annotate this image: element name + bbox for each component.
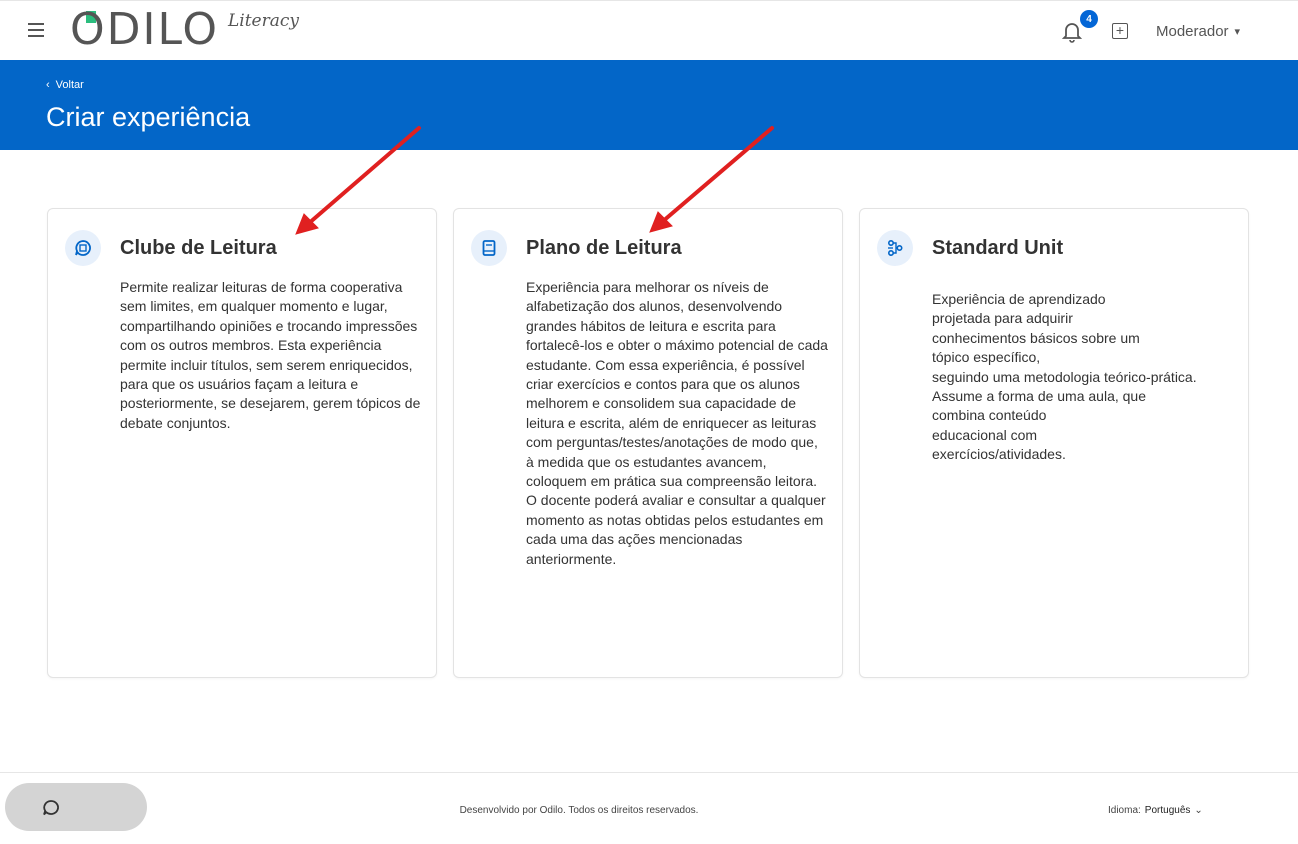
chevron-down-icon: ⌄ — [1194, 805, 1203, 816]
top-bar: ODILO Literacy 4 + Moderador ▾ — [0, 0, 1298, 61]
language-label: Idioma: — [1108, 805, 1141, 816]
card-plano-de-leitura[interactable]: Plano de Leitura Experiência para melhor… — [453, 208, 843, 678]
card-title: Standard Unit — [932, 237, 1064, 259]
back-label: Voltar — [55, 79, 84, 91]
card-standard-unit[interactable]: Standard Unit Experiência de aprendizado… — [859, 208, 1249, 678]
user-menu[interactable]: Moderador ▾ — [1156, 23, 1240, 40]
chat-book-icon — [65, 230, 101, 266]
back-link[interactable]: ‹ Voltar — [46, 79, 84, 91]
hamburger-menu-icon[interactable] — [28, 23, 44, 37]
bell-icon[interactable] — [1061, 21, 1083, 43]
card-description: Permite realizar leituras de forma coope… — [120, 279, 421, 431]
copyright-text: Desenvolvido por Odilo. Todos os direito… — [459, 805, 699, 816]
page-header: ‹ Voltar Criar experiência — [0, 60, 1298, 150]
chevron-down-icon: ▾ — [1234, 26, 1241, 38]
network-icon — [877, 230, 913, 266]
card-title: Plano de Leitura — [526, 237, 682, 259]
page-title: Criar experiência — [46, 102, 251, 132]
logo-text: ODILO — [70, 4, 220, 55]
card-description: Experiência de aprendizado projetada par… — [932, 291, 1197, 463]
logo-subtitle: Literacy — [228, 11, 300, 31]
footer: Desenvolvido por Odilo. Todos os direito… — [0, 772, 1298, 844]
book-icon — [471, 230, 507, 266]
card-title: Clube de Leitura — [120, 237, 277, 259]
card-clube-de-leitura[interactable]: Clube de Leitura Permite realizar leitur… — [47, 208, 437, 678]
app-logo[interactable]: ODILO Literacy — [70, 5, 310, 55]
card-description: Experiência para melhorar os níveis de a… — [526, 279, 828, 567]
language-selector[interactable]: Idioma: Português ⌄ — [1108, 805, 1203, 816]
user-name: Moderador — [1156, 23, 1229, 40]
language-value: Português — [1144, 805, 1191, 816]
notification-badge: 4 — [1080, 10, 1098, 28]
chevron-left-icon: ‹ — [46, 79, 50, 91]
add-icon[interactable]: + — [1112, 23, 1128, 39]
